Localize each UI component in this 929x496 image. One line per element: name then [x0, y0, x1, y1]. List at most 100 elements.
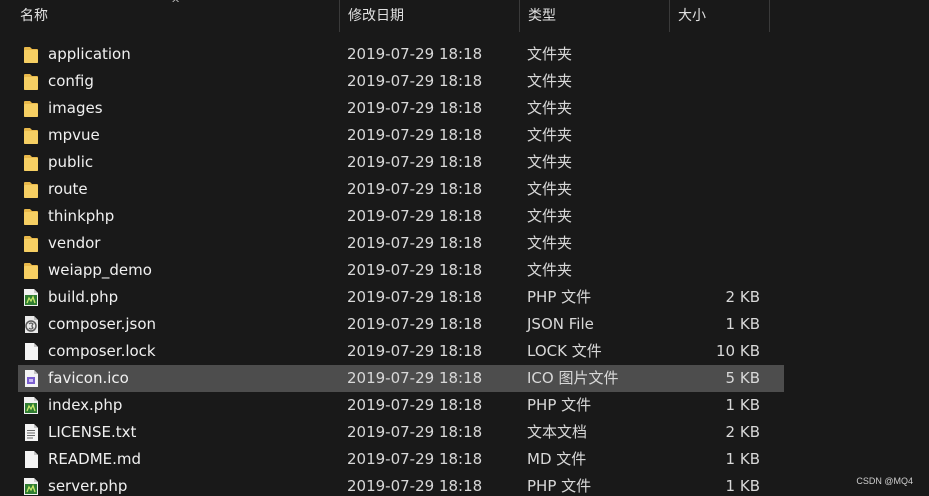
file-type: 文件夹 [527, 261, 573, 279]
file-type: 文件夹 [527, 180, 573, 198]
file-size: 5 KB [725, 369, 760, 387]
file-type: 文件夹 [527, 99, 573, 117]
file-modified-date: 2019-07-29 18:18 [347, 261, 483, 279]
file-modified-date: 2019-07-29 18:18 [347, 234, 483, 252]
file-size: 2 KB [725, 423, 760, 441]
file-type: PHP 文件 [527, 288, 592, 306]
file-name: server.php [48, 477, 128, 495]
file-row[interactable]: index.php 2019-07-29 18:18 PHP 文件 1 KB [18, 392, 784, 419]
folder-icon [22, 234, 40, 253]
file-type: PHP 文件 [527, 477, 592, 495]
file-name: public [48, 153, 94, 171]
file-explorer: ^ 名称 修改日期 类型 大小 application 2019-07-29 18… [0, 0, 929, 496]
file-name: vendor [48, 234, 101, 252]
file-name: route [48, 180, 88, 198]
file-name: composer.json [48, 315, 157, 333]
file-name: composer.lock [48, 342, 156, 360]
file-size: 2 KB [725, 288, 760, 306]
column-header-name[interactable]: 名称 [12, 0, 340, 32]
file-row[interactable]: composer.json 2019-07-29 18:18 JSON File 1 … [18, 311, 784, 338]
file-row[interactable]: weiapp_demo 2019-07-29 18:18 文件夹 [18, 257, 784, 284]
file-type: JSON File [527, 315, 594, 333]
php-file-icon [22, 477, 40, 496]
blank-file-icon [22, 450, 40, 469]
column-header-bar: ^ 名称 修改日期 类型 大小 [0, 0, 770, 32]
file-row[interactable]: mpvue 2019-07-29 18:18 文件夹 [18, 122, 784, 149]
file-name: index.php [48, 396, 123, 414]
file-modified-date: 2019-07-29 18:18 [347, 477, 483, 495]
file-size: 1 KB [725, 396, 760, 414]
folder-icon [22, 180, 40, 199]
file-modified-date: 2019-07-29 18:18 [347, 45, 483, 63]
file-modified-date: 2019-07-29 18:18 [347, 342, 483, 360]
file-row[interactable]: favicon.ico 2019-07-29 18:18 ICO 图片文件 5 KB [18, 365, 784, 392]
folder-icon [22, 153, 40, 172]
folder-icon [22, 99, 40, 118]
file-modified-date: 2019-07-29 18:18 [347, 315, 483, 333]
folder-icon [22, 261, 40, 280]
file-modified-date: 2019-07-29 18:18 [347, 288, 483, 306]
file-row[interactable]: README.md 2019-07-29 18:18 MD 文件 1 KB [18, 446, 784, 473]
file-modified-date: 2019-07-29 18:18 [347, 207, 483, 225]
file-row[interactable]: server.php 2019-07-29 18:18 PHP 文件 1 KB [18, 473, 784, 496]
json-file-icon [22, 315, 40, 334]
file-modified-date: 2019-07-29 18:18 [347, 450, 483, 468]
column-header-date[interactable]: 修改日期 [339, 0, 520, 32]
file-row[interactable]: application 2019-07-29 18:18 文件夹 [18, 41, 784, 68]
file-name: config [48, 72, 94, 90]
image-file-icon [22, 369, 40, 388]
file-type: LOCK 文件 [527, 342, 602, 360]
file-row[interactable]: public 2019-07-29 18:18 文件夹 [18, 149, 784, 176]
file-type: 文本文档 [527, 423, 588, 441]
blank-file-icon [22, 342, 40, 361]
file-type: 文件夹 [527, 72, 573, 90]
file-name: images [48, 99, 103, 117]
folder-icon [22, 45, 40, 64]
file-modified-date: 2019-07-29 18:18 [347, 423, 483, 441]
file-modified-date: 2019-07-29 18:18 [347, 99, 483, 117]
file-type: 文件夹 [527, 207, 573, 225]
file-type: 文件夹 [527, 234, 573, 252]
file-size: 1 KB [725, 477, 760, 495]
file-type: 文件夹 [527, 45, 573, 63]
file-modified-date: 2019-07-29 18:18 [347, 180, 483, 198]
file-list: application 2019-07-29 18:18 文件夹 config 2019… [0, 41, 929, 496]
file-name: build.php [48, 288, 119, 306]
file-row[interactable]: composer.lock 2019-07-29 18:18 LOCK 文件 10 K… [18, 338, 784, 365]
column-header-size[interactable]: 大小 [669, 0, 770, 32]
file-type: 文件夹 [527, 153, 573, 171]
file-row[interactable]: build.php 2019-07-29 18:18 PHP 文件 2 KB [18, 284, 784, 311]
folder-icon [22, 72, 40, 91]
file-name: LICENSE.txt [48, 423, 137, 441]
file-name: mpvue [48, 126, 100, 144]
file-row[interactable]: vendor 2019-07-29 18:18 文件夹 [18, 230, 784, 257]
file-name: favicon.ico [48, 369, 129, 387]
file-modified-date: 2019-07-29 18:18 [347, 72, 483, 90]
php-file-icon [22, 396, 40, 415]
text-file-icon [22, 423, 40, 442]
file-modified-date: 2019-07-29 18:18 [347, 153, 483, 171]
file-modified-date: 2019-07-29 18:18 [347, 369, 483, 387]
file-modified-date: 2019-07-29 18:18 [347, 126, 483, 144]
file-row[interactable]: route 2019-07-29 18:18 文件夹 [18, 176, 784, 203]
column-header-type[interactable]: 类型 [519, 0, 670, 32]
watermark: CSDN @MQ4 [856, 476, 913, 486]
file-type: PHP 文件 [527, 396, 592, 414]
file-size: 10 KB [716, 342, 760, 360]
file-size: 1 KB [725, 315, 760, 333]
file-name: README.md [48, 450, 142, 468]
folder-icon [22, 126, 40, 145]
file-row[interactable]: config 2019-07-29 18:18 文件夹 [18, 68, 784, 95]
file-row[interactable]: images 2019-07-29 18:18 文件夹 [18, 95, 784, 122]
file-name: weiapp_demo [48, 261, 152, 279]
file-type: ICO 图片文件 [527, 369, 619, 387]
file-name: application [48, 45, 131, 63]
file-row[interactable]: LICENSE.txt 2019-07-29 18:18 文本文档 2 KB [18, 419, 784, 446]
php-file-icon [22, 288, 40, 307]
folder-icon [22, 207, 40, 226]
file-modified-date: 2019-07-29 18:18 [347, 396, 483, 414]
file-type: 文件夹 [527, 126, 573, 144]
file-row[interactable]: thinkphp 2019-07-29 18:18 文件夹 [18, 203, 784, 230]
file-type: MD 文件 [527, 450, 587, 468]
file-size: 1 KB [725, 450, 760, 468]
